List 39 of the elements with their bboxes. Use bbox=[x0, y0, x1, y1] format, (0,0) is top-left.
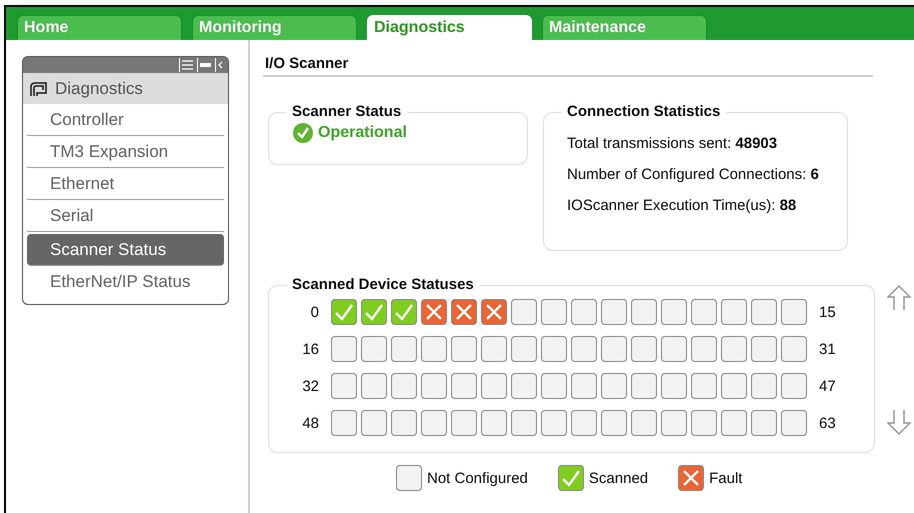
statistic-text: IOScanner Execution Time(us): 88 bbox=[567, 197, 798, 214]
scroll-up-icon[interactable] bbox=[887, 285, 911, 311]
sidebar-item[interactable]: Ethernet bbox=[27, 168, 224, 200]
chevron-left-icon[interactable] bbox=[215, 58, 225, 72]
cross-icon bbox=[425, 303, 443, 321]
check-icon bbox=[394, 303, 414, 321]
sidebar-item[interactable]: EtherNet/IP Status bbox=[27, 266, 224, 298]
cross-icon bbox=[455, 303, 473, 321]
sidebar-title: Diagnostics bbox=[55, 78, 143, 98]
row-end-number: 47 bbox=[818, 378, 837, 394]
collapse-icon[interactable] bbox=[197, 58, 213, 72]
sidebar-item[interactable]: Controller bbox=[27, 104, 224, 136]
diagnostics-icon bbox=[29, 80, 49, 96]
row-start-number: 0 bbox=[310, 304, 320, 320]
row-start-number: 16 bbox=[301, 340, 320, 358]
sidebar-item[interactable]: Scanner Status bbox=[27, 234, 224, 266]
row-start-number: 48 bbox=[301, 414, 320, 432]
legend-label: Not Configured bbox=[427, 470, 528, 486]
sidebar-item[interactable]: TM3 Expansion bbox=[27, 136, 224, 168]
check-icon bbox=[364, 303, 384, 321]
cross-icon bbox=[485, 303, 503, 321]
sidebar-item[interactable]: Serial bbox=[27, 200, 224, 232]
row-end-number: 63 bbox=[818, 414, 837, 432]
cross-icon bbox=[682, 469, 700, 487]
row-end-number: 15 bbox=[818, 304, 837, 320]
statistic-text: Number of Configured Connections: 6 bbox=[567, 166, 820, 183]
list-icon[interactable] bbox=[179, 58, 195, 72]
scroll-down-icon[interactable] bbox=[887, 409, 911, 435]
page-title: I/O Scanner bbox=[263, 53, 873, 77]
statistic-text: Total transmissions sent: 48903 bbox=[567, 135, 778, 152]
status-text: Operational bbox=[318, 124, 407, 142]
row-end-number: 31 bbox=[818, 340, 837, 358]
legend-label: Fault bbox=[709, 470, 742, 486]
row-start-number: 32 bbox=[301, 378, 320, 394]
check-icon bbox=[334, 303, 354, 321]
tab[interactable]: Diagnostics bbox=[367, 15, 532, 40]
legend-label: Scanned bbox=[588, 470, 648, 486]
check-circle-icon bbox=[293, 123, 313, 143]
check-icon bbox=[560, 469, 581, 487]
